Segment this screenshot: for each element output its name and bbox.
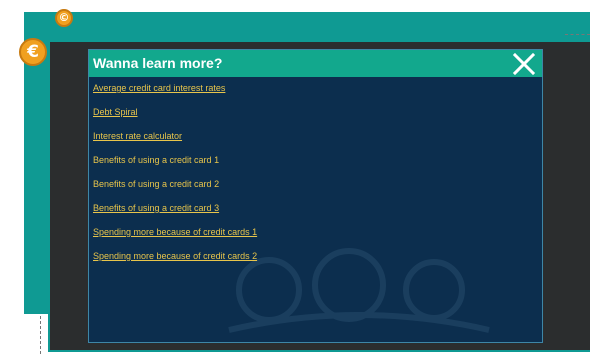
resource-link[interactable]: Interest rate calculator [93,131,257,142]
resource-link[interactable]: Benefits of using a credit card 1 [93,155,257,166]
coin-icon-large: € [19,38,47,66]
resource-link[interactable]: Spending more because of credit cards 1 [93,227,257,238]
link-list: Average credit card interest rates Debt S… [93,83,257,275]
learn-more-popup: Wanna learn more? Average credit card in… [88,49,543,343]
resource-link[interactable]: Benefits of using a credit card 3 [93,203,257,214]
resource-link[interactable]: Benefits of using a credit card 2 [93,179,257,190]
popup-header: Wanna learn more? [89,50,542,77]
dashed-guide-horizontal [565,34,590,35]
popup-title: Wanna learn more? [93,55,223,71]
resource-link[interactable]: Spending more because of credit cards 2 [93,251,257,262]
close-icon[interactable] [512,52,536,76]
dashed-guide-vertical [40,316,41,354]
coin-icon-small: © [55,9,73,27]
resource-link[interactable]: Average credit card interest rates [93,83,257,94]
resource-link[interactable]: Debt Spiral [93,107,257,118]
